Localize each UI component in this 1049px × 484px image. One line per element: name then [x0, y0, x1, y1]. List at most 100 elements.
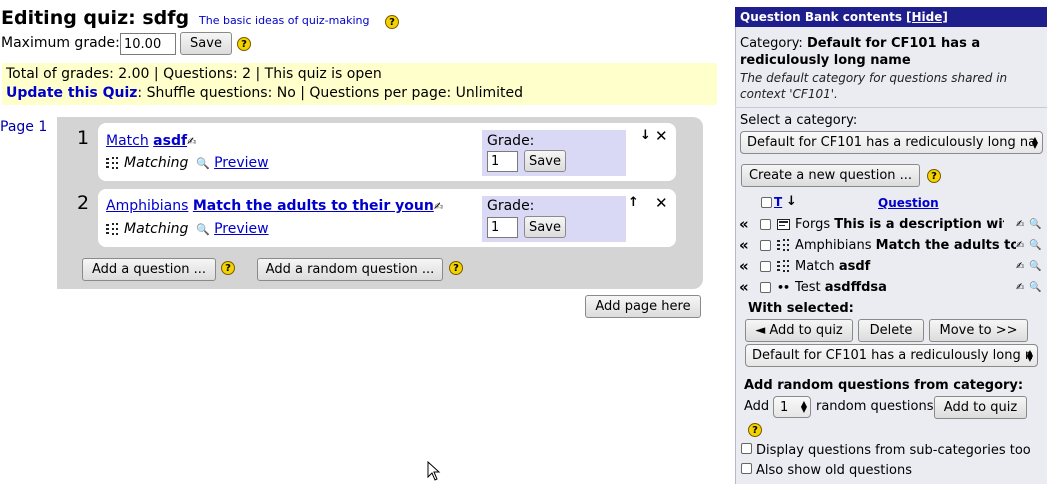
delete-button[interactable]: Delete — [858, 319, 924, 342]
create-question-button[interactable]: Create a new question ... — [741, 164, 920, 187]
column-question-header[interactable]: Question — [878, 196, 939, 210]
move-to-button[interactable]: Move to >> — [929, 319, 1028, 342]
edit-icon[interactable]: ✍ — [1016, 240, 1024, 251]
row-checkbox[interactable] — [760, 239, 771, 251]
column-type-header[interactable]: T — [774, 195, 782, 209]
matching-icon — [106, 223, 118, 235]
subcategories-checkbox[interactable] — [741, 443, 752, 454]
help-icon[interactable]: ? — [927, 169, 941, 183]
add-to-quiz-icon[interactable]: « — [739, 278, 760, 296]
row-checkbox[interactable] — [760, 218, 771, 230]
delete-icon[interactable]: ✕ — [655, 194, 668, 212]
preview-icon[interactable]: 🔍 — [1029, 282, 1041, 293]
list-item: « Forgs This is a description with ✍ 🔍 — [739, 214, 1044, 234]
question-category-link[interactable]: Amphibians — [106, 198, 188, 214]
move-down-icon[interactable]: ↓ — [640, 128, 651, 143]
add-random-question-button[interactable]: Add a random question ... — [257, 258, 443, 281]
category-select[interactable]: Default for CF101 has a rediculously lon… — [740, 131, 1043, 154]
grade-save-button[interactable]: Save — [524, 150, 566, 172]
help-icon[interactable]: ? — [748, 423, 762, 437]
add-to-quiz-icon[interactable]: « — [739, 236, 760, 254]
preview-icon[interactable]: 🔍 — [196, 223, 210, 236]
random-count-value: 1 — [780, 399, 789, 415]
row-category: Amphibians — [795, 237, 872, 253]
help-icon[interactable]: ? — [221, 261, 235, 275]
description-icon — [777, 218, 790, 230]
question-name-link[interactable]: Match the adults to their youn — [193, 198, 434, 214]
row-checkbox[interactable] — [760, 281, 771, 293]
preview-icon[interactable]: 🔍 — [1029, 261, 1041, 272]
hide-link[interactable]: [Hide] — [906, 10, 948, 24]
row-question-name: asdf — [838, 258, 871, 274]
help-icon[interactable]: ? — [237, 37, 251, 51]
mouse-cursor-icon — [427, 461, 441, 481]
preview-icon[interactable]: 🔍 — [196, 157, 210, 170]
move-to-select[interactable]: Default for CF101 has a rediculously lon… — [745, 344, 1038, 367]
matching-icon — [106, 157, 118, 169]
question-category-link[interactable]: Match — [106, 133, 149, 149]
delete-icon[interactable]: ✕ — [655, 127, 668, 145]
old-questions-checkbox[interactable] — [741, 463, 752, 474]
edit-icon[interactable]: ✍ — [1016, 261, 1024, 272]
list-item: « •• Test asdffdsa ✍ 🔍 — [739, 277, 1044, 297]
edit-icon[interactable]: ✍ — [187, 135, 196, 148]
quiz-info-line2: Update this Quiz: Shuffle questions: No … — [6, 85, 523, 101]
divider — [735, 107, 1047, 108]
preview-icon[interactable]: 🔍 — [1029, 240, 1041, 251]
sort-down-icon[interactable]: ↓ — [786, 194, 797, 209]
question-type-label: Matching — [124, 221, 189, 237]
question-name-link[interactable]: asdf — [153, 133, 187, 149]
add-to-quiz-icon[interactable]: « — [739, 257, 760, 275]
question-title: Match asdf✍ — [106, 133, 196, 149]
row-category: Forgs — [795, 216, 831, 232]
edit-icon[interactable]: ✍ — [434, 200, 443, 213]
row-category: Match — [795, 258, 835, 274]
move-up-icon[interactable]: ↑ — [628, 195, 639, 210]
max-grade-input[interactable]: 10.00 — [120, 33, 176, 55]
max-grade-save-button[interactable]: Save — [180, 32, 232, 55]
grade-label: Grade: — [487, 198, 535, 214]
edit-icon[interactable]: ✍ — [1016, 282, 1024, 293]
max-grade-label: Maximum grade: — [1, 35, 120, 51]
list-item: « Match asdf ✍ 🔍 — [739, 256, 1044, 276]
select-all-checkbox[interactable] — [761, 197, 772, 208]
add-random-to-quiz-button[interactable]: Add to quiz — [934, 396, 1027, 419]
random-count-select[interactable]: 1 ▲ ▼ — [773, 396, 811, 418]
select-arrows-icon: ▲ ▼ — [1031, 134, 1038, 150]
add-selected-to-quiz-button[interactable]: ◄ Add to quiz — [745, 319, 853, 342]
preview-icon[interactable]: 🔍 — [1029, 219, 1041, 230]
category-select-value: Default for CF101 has a rediculously lon… — [747, 135, 1037, 150]
update-quiz-link[interactable]: Update this Quiz — [6, 85, 137, 101]
help-icon[interactable]: ? — [385, 15, 399, 29]
add-to-quiz-icon[interactable]: « — [739, 215, 760, 233]
question-type: Matching 🔍 Preview — [106, 155, 269, 171]
question-type: Matching 🔍 Preview — [106, 221, 269, 237]
edit-icon[interactable]: ✍ — [1016, 219, 1024, 230]
category-description: The default category for questions share… — [740, 71, 1008, 101]
help-icon[interactable]: ? — [449, 261, 463, 275]
preview-link[interactable]: Preview — [214, 155, 269, 171]
add-question-button[interactable]: Add a question ... — [82, 258, 216, 281]
question-number: 1 — [77, 127, 90, 149]
category-prefix: Category: — [740, 36, 807, 51]
select-category-label: Select a category: — [740, 113, 858, 128]
grade-input[interactable]: 1 — [487, 151, 518, 172]
row-question-name: Match the adults to — [875, 237, 1016, 253]
grade-save-button[interactable]: Save — [524, 216, 566, 238]
question-bank-title: Question Bank contents — [740, 10, 902, 24]
grade-input[interactable]: 1 — [487, 217, 518, 238]
row-question-name: This is a description with — [834, 216, 1005, 232]
random-questions-label: random questions — [816, 399, 934, 414]
preview-link[interactable]: Preview — [214, 221, 269, 237]
category-info: Category: Default for CF101 has a redicu… — [740, 35, 1040, 69]
page-title: Editing quiz: sdfg — [1, 7, 190, 29]
quiz-settings-text: : Shuffle questions: No | Questions per … — [137, 85, 524, 101]
question-number: 2 — [77, 192, 90, 214]
select-arrows-icon: ▲ ▼ — [800, 399, 807, 414]
help-link[interactable]: The basic ideas of quiz-making — [199, 14, 369, 27]
matching-icon — [777, 260, 789, 272]
row-category: Test — [795, 279, 821, 295]
row-checkbox[interactable] — [760, 260, 771, 272]
question-type-label: Matching — [124, 155, 189, 171]
add-page-button[interactable]: Add page here — [585, 295, 701, 318]
